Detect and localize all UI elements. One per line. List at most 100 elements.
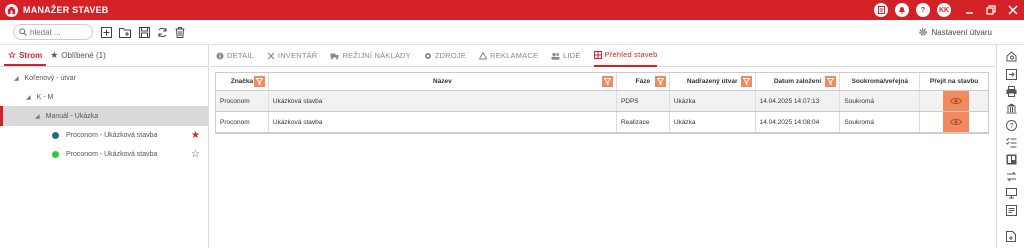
column-header[interactable]: Fáze bbox=[617, 73, 670, 90]
recycle-icon bbox=[479, 51, 488, 59]
svg-text:?: ? bbox=[1009, 123, 1013, 130]
table-row[interactable]: Proconom Ukázková stavba PDPS Ukázka 14.… bbox=[216, 91, 988, 112]
tab-rezijni-naklady[interactable]: REŽIJNÍ NÁKLADY bbox=[330, 45, 411, 67]
status-dot bbox=[52, 150, 59, 158]
tree-node-label: Proconom - Ukázková stavba bbox=[66, 150, 158, 158]
tab-label: REKLAMACE bbox=[490, 51, 539, 60]
help-icon[interactable]: ? bbox=[1005, 119, 1017, 131]
cell-znacka: Proconom bbox=[216, 112, 269, 132]
grid-icon bbox=[593, 50, 602, 59]
filter-icon[interactable] bbox=[253, 76, 265, 87]
transfer-icon[interactable] bbox=[1005, 170, 1017, 182]
star-icon: ★ bbox=[50, 50, 59, 60]
gear-icon bbox=[424, 52, 431, 59]
tree-node-label: K - M bbox=[36, 93, 54, 101]
cell-znacka: Proconom bbox=[216, 91, 269, 111]
filter-icon[interactable] bbox=[654, 76, 666, 87]
status-dot bbox=[52, 131, 59, 139]
add-icon[interactable] bbox=[100, 26, 112, 38]
tab-label: ZDROJE bbox=[434, 51, 467, 60]
cell-datum: 14.04.2025 14:07:13 bbox=[756, 91, 841, 111]
star-outline-icon: ☆ bbox=[8, 50, 17, 60]
expand-triangle-icon: ◢ bbox=[26, 94, 31, 101]
restore-icon[interactable] bbox=[980, 0, 1002, 20]
checklist-icon[interactable] bbox=[1005, 136, 1017, 148]
tab-prehled-staveb[interactable]: Přehled staveb bbox=[593, 45, 658, 67]
monitor-icon[interactable] bbox=[1005, 187, 1017, 199]
tree-node-stavba-1[interactable]: Proconom - Ukázková stavba ★ bbox=[0, 125, 208, 145]
tab-favorites[interactable]: ★ Oblíbené (1) bbox=[46, 50, 110, 66]
column-header[interactable]: Přejít na stavbu bbox=[920, 73, 988, 90]
search-input[interactable] bbox=[30, 27, 90, 37]
tab-label: INVENTÁŘ bbox=[277, 51, 318, 60]
app-title: MANAŽER STAVEB bbox=[23, 5, 109, 15]
bell-icon[interactable] bbox=[895, 3, 909, 17]
gear-icon bbox=[918, 28, 927, 36]
tab-lide[interactable]: LIDÉ bbox=[551, 45, 580, 67]
filter-icon[interactable] bbox=[825, 76, 837, 87]
column-header[interactable]: Soukromá/veřejná bbox=[840, 73, 921, 90]
eye-icon[interactable] bbox=[943, 91, 970, 111]
tree-node-manual[interactable]: ◢ Manuál - Ukázka bbox=[0, 106, 208, 126]
cell-utvar: Ukázka bbox=[670, 91, 756, 111]
eye-icon[interactable] bbox=[943, 112, 970, 132]
bank-icon[interactable] bbox=[1005, 102, 1017, 114]
refresh-icon[interactable] bbox=[156, 26, 168, 38]
column-header[interactable]: Datum založení bbox=[756, 73, 841, 90]
expand-triangle-icon: ◢ bbox=[35, 113, 40, 120]
tab-favorites-label: Oblíbené (1) bbox=[61, 51, 106, 60]
save-icon[interactable] bbox=[138, 26, 150, 38]
help-icon[interactable]: ? bbox=[916, 3, 930, 17]
column-header[interactable]: Nadřazený útvar bbox=[670, 73, 756, 90]
table-row[interactable]: Proconom Ukázková stavba Realizace Ukázk… bbox=[216, 112, 988, 133]
tree-node-root[interactable]: ◢ Kořenový - útvar bbox=[0, 68, 208, 88]
buildings-table: Značka Název Fáze Nadřazený útvar Datum … bbox=[215, 72, 989, 134]
search-icon bbox=[19, 28, 27, 36]
export-icon[interactable] bbox=[1005, 68, 1017, 80]
tab-inventar[interactable]: INVENTÁŘ bbox=[267, 45, 318, 67]
main-panel: DETAIL INVENTÁŘ REŽIJNÍ NÁKLADY ZDROJE R… bbox=[210, 45, 995, 248]
right-sidebar: ? bbox=[996, 45, 1024, 248]
minimize-icon[interactable] bbox=[958, 0, 980, 20]
board-icon[interactable] bbox=[1005, 153, 1017, 165]
tools-icon bbox=[267, 52, 275, 59]
tab-tree[interactable]: ☆ Strom bbox=[4, 50, 47, 66]
cell-faze: PDPS bbox=[617, 91, 670, 111]
people-icon bbox=[551, 52, 560, 60]
expand-triangle-icon: ◢ bbox=[14, 75, 19, 82]
tab-label: REŽIJNÍ NÁKLADY bbox=[342, 51, 411, 60]
column-header[interactable]: Název bbox=[269, 73, 617, 90]
favorite-star-outline-icon[interactable]: ☆ bbox=[191, 149, 200, 160]
left-panel: ☆ Strom ★ Oblíbené (1) ◢ Kořenový - útva… bbox=[0, 45, 209, 248]
favorite-star-icon[interactable]: ★ bbox=[191, 130, 200, 141]
tab-tree-label: Strom bbox=[19, 51, 43, 60]
close-icon[interactable] bbox=[1002, 0, 1024, 20]
filter-icon[interactable] bbox=[740, 76, 752, 87]
tree-node-stavba-2[interactable]: Proconom - Ukázková stavba ☆ bbox=[0, 144, 208, 164]
cell-nazev: Ukázková stavba bbox=[269, 112, 617, 132]
cell-faze: Realizace bbox=[617, 112, 670, 132]
tree-node-km[interactable]: ◢ K - M bbox=[0, 87, 208, 107]
print-icon[interactable] bbox=[1005, 85, 1017, 97]
unit-settings-link[interactable]: Nastavení útvaru bbox=[918, 27, 992, 37]
cell-datum: 14.04.2025 14:08:04 bbox=[756, 112, 841, 132]
cell-nazev: Ukázková stavba bbox=[269, 91, 617, 111]
tree-node-label: Manuál - Ukázka bbox=[45, 112, 99, 120]
tab-detail[interactable]: DETAIL bbox=[216, 45, 254, 67]
tab-zdroje[interactable]: ZDROJE bbox=[424, 45, 466, 67]
report-icon[interactable] bbox=[1005, 204, 1017, 216]
unit-settings-label: Nastavení útvaru bbox=[931, 27, 992, 37]
column-header[interactable]: Značka bbox=[216, 73, 269, 90]
title-bar: MANAŽER STAVEB ? KK bbox=[0, 0, 1024, 20]
add-folder-icon[interactable] bbox=[119, 26, 131, 38]
tab-reklamace[interactable]: REKLAMACE bbox=[479, 45, 538, 67]
home-search-icon[interactable] bbox=[1005, 50, 1017, 62]
search-box[interactable] bbox=[13, 24, 93, 40]
new-document-icon[interactable] bbox=[1005, 230, 1017, 242]
document-icon[interactable] bbox=[874, 3, 888, 17]
filter-icon[interactable] bbox=[601, 76, 613, 87]
cell-typ: Soukromá bbox=[840, 112, 921, 132]
tab-label: Přehled staveb bbox=[604, 50, 658, 59]
user-avatar[interactable]: KK bbox=[937, 3, 951, 17]
delete-icon[interactable] bbox=[174, 26, 186, 38]
